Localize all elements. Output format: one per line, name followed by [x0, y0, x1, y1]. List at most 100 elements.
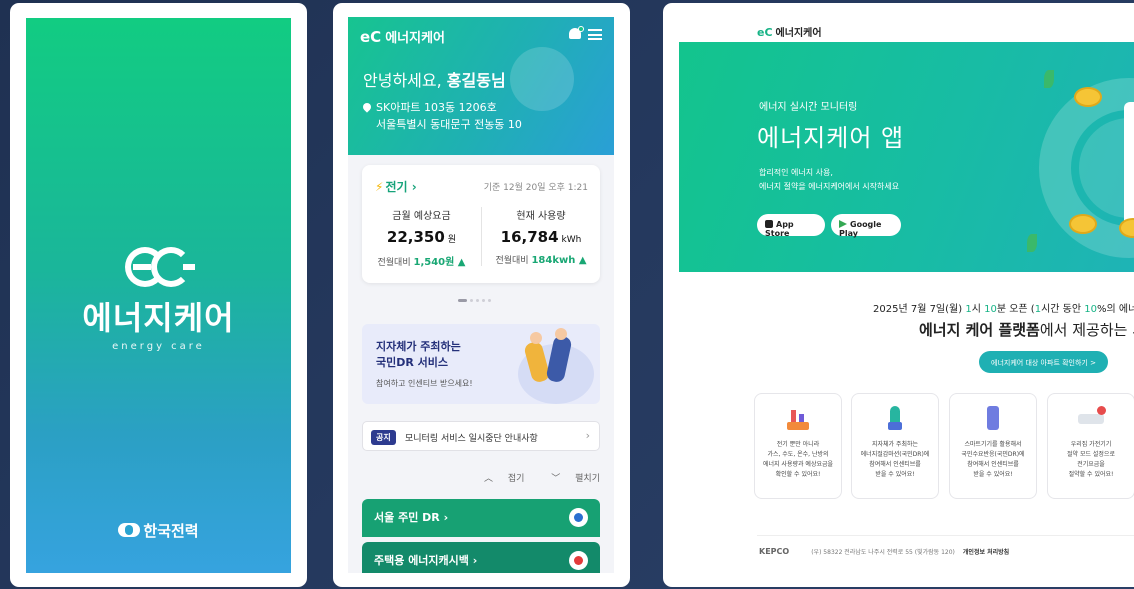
announce-part: 시간 동안: [1041, 304, 1085, 315]
chevron-right-icon: ›: [411, 180, 417, 194]
coin-icon: [1074, 87, 1102, 107]
mobile-screen: eC 에너지케어 안녕하세요, 홍길동님 SK아파트 103동 1206호 서울특…: [348, 17, 614, 573]
usage-card[interactable]: ⚡ 전기 › 기준 12월 20일 오후 1:21 금월 예상요금 22,350 원…: [362, 165, 600, 283]
feature-text: 받을 수 있어요!: [973, 471, 1013, 478]
greeting: 안녕하세요, 홍길동님: [363, 67, 506, 91]
announce-part: 10: [984, 304, 997, 315]
estimated-fee-unit: 원: [447, 235, 457, 245]
footer-divider: [757, 535, 1134, 536]
web-topbar: eC 에너지케어: [679, 17, 1134, 42]
splash-background: 에너지케어 energy care 한국전력: [26, 18, 291, 573]
web-brand[interactable]: eC 에너지케어: [757, 24, 822, 39]
mobile-main-card: eC 에너지케어 안녕하세요, 홍길동님 SK아파트 103동 1206호 서울특…: [333, 3, 630, 587]
greeting-prefix: 안녕하세요,: [363, 71, 447, 90]
feature-text: 에너지절감마션(국민DR)에: [860, 451, 930, 458]
ec-logo-icon: eC: [360, 28, 382, 46]
privacy-policy-link[interactable]: 개인정보 처리방침: [963, 549, 1009, 556]
feature-text: 우리집 가전기기: [1070, 441, 1112, 448]
air-conditioner-icon: [1076, 406, 1106, 432]
seoul-dr-icon: [569, 508, 588, 527]
pager-dot[interactable]: [476, 299, 479, 302]
fold-button[interactable]: ︿ 접기: [472, 474, 524, 484]
splash-footer-text: 한국전력: [143, 522, 199, 540]
web-brand-name: 에너지케어: [775, 28, 822, 39]
menu-icon[interactable]: [588, 29, 602, 40]
pager-dot[interactable]: [482, 299, 485, 302]
smartphone-icon: [978, 406, 1008, 432]
mobile-header: eC 에너지케어 안녕하세요, 홍길동님 SK아파트 103동 1206호 서울특…: [348, 17, 614, 155]
platform-heading-rest: 에서 제공하는 서: [1039, 321, 1134, 339]
announce-part: 10: [1084, 304, 1097, 315]
feature-text: 확인할 수 있어요!: [775, 471, 821, 478]
address: SK아파트 103동 1206호 서울특별시 동대문구 전농동 10: [361, 99, 522, 133]
fee-delta: 1,540원 ▲: [413, 257, 466, 268]
ec-logo-icon: [119, 243, 199, 291]
banner-subtitle: 참여하고 인센티브 받으세요!: [376, 379, 473, 388]
banner-title-line2: 국민DR 서비스: [376, 356, 449, 369]
current-usage-title: 현재 사용량: [516, 211, 566, 222]
app-store-button[interactable]: App Store: [757, 214, 825, 238]
current-usage: 현재 사용량 16,784 kWh 전월대비 184kwh ▲: [481, 207, 600, 266]
carousel-pager[interactable]: [458, 299, 494, 303]
feature-text: 받을 수 있어요!: [875, 471, 915, 478]
feature-text: 국민수요반응(국민DR)에: [961, 451, 1025, 458]
notification-bell-icon[interactable]: [568, 26, 584, 41]
feature-card-saving-mode: 우리집 가전기기 절약 모드 설정으로 전기요금을 절약할 수 있어요!: [1047, 393, 1134, 499]
platform-heading: 에너지 케어 플랫폼에서 제공하는 서: [919, 319, 1134, 340]
banner-illustration: [508, 328, 598, 404]
fold-label: 접기: [507, 474, 525, 484]
notice-text: 모니터링 서비스 일시중단 안내사항: [405, 434, 538, 444]
feature-text: 절약할 수 있어요!: [1068, 471, 1114, 478]
pager-dot-active[interactable]: [458, 299, 467, 302]
cashback-icon: [569, 551, 588, 570]
pager-dot[interactable]: [488, 299, 491, 302]
user-name: 홍길동님: [446, 71, 506, 90]
plant-icon: [880, 406, 910, 432]
leaf-icon: [1027, 234, 1037, 252]
usage-delta: 184kwh ▲: [531, 255, 587, 266]
unfold-button[interactable]: ﹀ 펼치기: [539, 474, 600, 484]
unfold-label: 펼치기: [575, 474, 600, 484]
leaf-icon: [1044, 70, 1054, 88]
notice-tag: 공지: [371, 430, 396, 445]
splash-brand-name: 에너지케어: [82, 299, 235, 337]
google-play-button[interactable]: Google Play: [831, 214, 901, 238]
chevron-right-icon: ›: [472, 554, 478, 567]
ec-logo-icon: eC: [757, 26, 773, 39]
splash-brand-sub: energy care: [112, 341, 205, 352]
banner-title-line1: 지자체가 주최하는: [376, 340, 461, 353]
dr-service-banner[interactable]: 지자체가 주최하는국민DR 서비스 참여하고 인센티브 받으세요!: [362, 324, 600, 404]
current-usage-unit: kWh: [561, 235, 582, 245]
location-pin-icon: [361, 101, 373, 113]
web-landing-card: eC 에너지케어 에너지 실시간 모니터링 에너지케어 앱 합리적인 에너지 사용…: [663, 3, 1134, 587]
feature-text: 전기요금을: [1077, 461, 1105, 468]
web-footer: KEPCO (우) 58322 전라남도 나주시 전력로 55 (빛가람동 120…: [759, 547, 1134, 556]
pager-dot[interactable]: [470, 299, 473, 302]
feature-text: 가스, 수도, 온수, 난방의: [767, 451, 829, 458]
current-usage-value: 16,784: [500, 228, 559, 246]
chevron-down-icon: ﹀: [551, 474, 561, 484]
menu-item-energy-cashback[interactable]: 주택용 에너지캐시백 ›: [362, 542, 600, 573]
menu-item-label: 주택용 에너지캐시백: [374, 554, 469, 567]
feature-card-dr: 지자체가 주최하는 에너지절감마션(국민DR)에 참여해서 인센티브를 받을 수 있어…: [851, 393, 939, 499]
feature-card-smart-device: 스마트기기를 활용해서 국민수요반응(국민DR)에 참여해서 인센티브를 받을 수 있…: [949, 393, 1037, 499]
estimated-fee: 금월 예상요금 22,350 원 전월대비 1,540원 ▲: [362, 207, 481, 268]
chevron-right-icon: ›: [443, 511, 449, 524]
apple-icon: [765, 220, 773, 228]
usage-chart-icon: [783, 406, 813, 432]
footer-address: (우) 58322 전라남도 나주시 전력로 55 (빛가람동 120): [811, 549, 955, 556]
menu-item-seoul-dr[interactable]: 서울 주민 DR ›: [362, 499, 600, 537]
announce-part: %의 에너지 절약으로 전원: [1096, 304, 1134, 315]
feature-text: 전기 뿐만 아니라: [776, 441, 820, 448]
web-hero: 에너지 실시간 모니터링 에너지케어 앱 합리적인 에너지 사용, 에너지 절약…: [679, 42, 1134, 272]
open-announcement: 2025년 7월 7일(월) 1시 10분 오픈 (1시간 동안 10%의 에너…: [873, 300, 1134, 315]
kepco-logo-icon: [118, 523, 141, 537]
usage-timestamp: 기준 12월 20일 오후 1:21: [483, 183, 588, 193]
feature-card-usage: 전기 뿐만 아니라가스, 수도, 온수, 난방의에너지 사용량과 예상요금을확인…: [754, 393, 842, 499]
app-brand[interactable]: eC 에너지케어: [360, 27, 445, 46]
feature-text: 참여해서 인센티브를: [967, 461, 1019, 468]
check-apartment-button[interactable]: 에너지케어 대상 아파트 확인하기 >: [979, 351, 1108, 373]
notice-bar[interactable]: 공지 모니터링 서비스 일시중단 안내사항 ›: [362, 421, 600, 451]
category-link[interactable]: ⚡ 전기 ›: [375, 178, 417, 195]
feature-text: 에너지 사용량과 예상요금을: [762, 461, 834, 468]
